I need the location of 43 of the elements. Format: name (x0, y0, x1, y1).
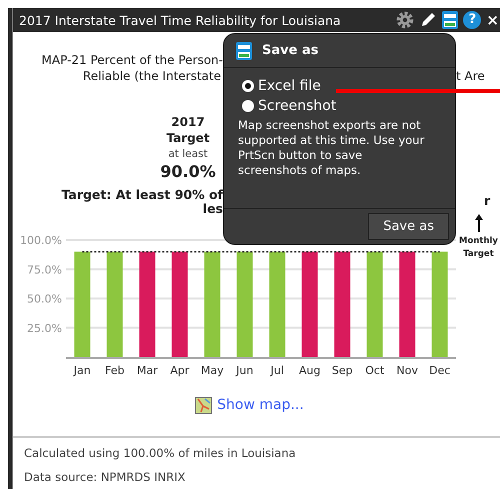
axis-label: Jan (74, 364, 91, 377)
window-title: 2017 Interstate Travel Time Reliability for Louisiana (19, 12, 341, 28)
pencil-icon[interactable] (419, 11, 438, 29)
radio-option[interactable]: Excel file (242, 78, 455, 94)
axis-label: Feb (105, 364, 124, 377)
show-map-link[interactable]: Show map... (195, 396, 304, 414)
target-value: 90.0% (160, 162, 216, 182)
dialog-message: Map screenshot exports are not supported at this time. Use your PrtScn button to save screenshots of maps. (237, 117, 426, 178)
save-icon (236, 42, 252, 60)
axis-label: 100.0% (20, 234, 62, 247)
target-text: les (202, 202, 223, 216)
target-text: r (483, 194, 492, 208)
axis-label: 50.0% (27, 292, 62, 306)
up-arrow-icon (474, 214, 482, 232)
save-icon[interactable] (442, 11, 458, 29)
radio-option[interactable]: Screenshot (242, 98, 455, 114)
axis-label: Apr (170, 364, 190, 377)
close-button[interactable]: × (486, 11, 499, 29)
axis-label: Dec (429, 364, 450, 377)
footer-text: Data source: NPMRDS INRIX (24, 469, 186, 486)
target-label: Target (166, 130, 210, 146)
subtitle-text: Reliable (the Interstate (82, 68, 221, 84)
axis-label: Aug (299, 364, 320, 377)
axis-label: May (200, 364, 224, 377)
axis-label: Jul (270, 364, 284, 377)
axis-label: 75.0% (27, 263, 62, 276)
axis-label: Jun (236, 364, 254, 377)
axis-label: Nov (396, 364, 418, 377)
footer-text: Calculated using 100.00% of miles in Louisiana (24, 445, 297, 462)
axis-label: 25.0% (27, 322, 62, 335)
axis-label: Oct (365, 364, 384, 377)
year-label: 2017 (171, 114, 205, 130)
save-as-button[interactable]: Save as (368, 213, 449, 240)
map-icon (195, 396, 212, 414)
dialog-title: Save as (262, 43, 318, 58)
axis-label: Sep (332, 364, 353, 377)
subtitle-text: MAP-21 Percent of the Person- (42, 52, 223, 68)
axis-label: Mar (136, 364, 158, 377)
legend-label: Monthly Target (458, 235, 499, 261)
target-qualifier: at least (168, 147, 208, 162)
target-text: Target: At least 90% of (61, 188, 223, 202)
subtitle-text: t Are (456, 68, 486, 84)
settings-icon[interactable] (396, 11, 414, 29)
